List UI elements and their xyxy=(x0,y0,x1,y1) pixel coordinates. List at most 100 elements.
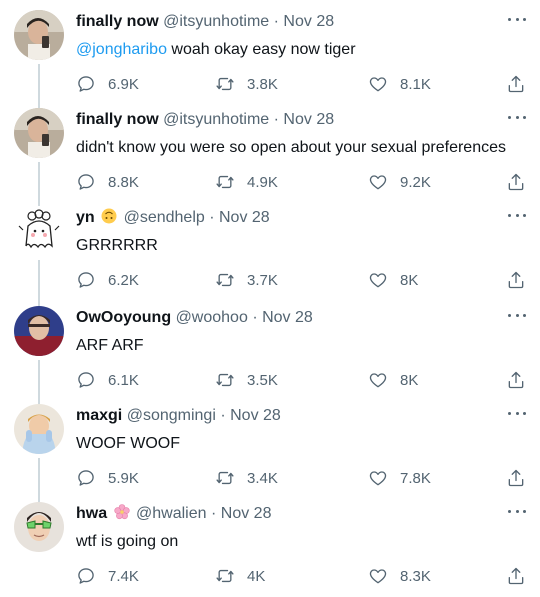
separator-dot: · xyxy=(209,209,215,226)
avatar-photo[interactable] xyxy=(14,108,64,158)
reply-icon xyxy=(78,174,94,190)
tweet-date[interactable]: Nov 28 xyxy=(262,309,313,326)
retweet-button[interactable]: 4.9K xyxy=(215,172,278,192)
retweet-count: 4K xyxy=(247,567,266,585)
like-count: 9.2K xyxy=(400,173,431,191)
more-options-icon[interactable] xyxy=(508,406,526,420)
separator-dot: · xyxy=(273,111,279,128)
share-icon xyxy=(508,567,524,585)
tweet[interactable]: finally now @itsyunhotime · Nov 28 didn'… xyxy=(0,98,540,196)
reply-button[interactable]: 6.2K xyxy=(76,270,139,290)
more-options-icon[interactable] xyxy=(508,12,526,26)
avatar[interactable] xyxy=(14,306,64,356)
tweet-header: finally now @itsyunhotime · Nov 28 xyxy=(76,12,500,32)
share-button[interactable] xyxy=(506,468,526,488)
reply-count: 5.9K xyxy=(108,469,139,487)
tweet-date[interactable]: Nov 28 xyxy=(230,407,281,424)
tweet-date[interactable]: Nov 28 xyxy=(221,505,272,522)
tweet-text: GRRRRRR xyxy=(76,237,158,254)
tweet[interactable]: maxgi @songmingi · Nov 28 WOOF WOOF 5.9K… xyxy=(0,394,540,492)
tweet-date[interactable]: Nov 28 xyxy=(283,111,334,128)
user-handle[interactable]: @sendhelp xyxy=(124,209,205,226)
avatar-photo[interactable] xyxy=(14,306,64,356)
avatar[interactable] xyxy=(14,502,64,552)
more-options-icon[interactable] xyxy=(508,308,526,322)
tweet-text-content: woah okay easy now tiger xyxy=(166,41,356,58)
tweet-text: ARF ARF xyxy=(76,337,144,354)
tweet-date[interactable]: Nov 28 xyxy=(283,13,334,30)
share-button[interactable] xyxy=(506,74,526,94)
like-button[interactable]: 8.1K xyxy=(368,74,431,94)
separator-dot: · xyxy=(252,309,258,326)
reply-button[interactable]: 6.9K xyxy=(76,74,139,94)
heart-icon xyxy=(369,77,387,92)
reply-icon xyxy=(78,272,94,288)
like-button[interactable]: 9.2K xyxy=(368,172,431,192)
like-button[interactable]: 8.3K xyxy=(368,566,431,586)
more-options-icon[interactable] xyxy=(508,110,526,124)
retweet-button[interactable]: 3.5K xyxy=(215,370,278,390)
like-count: 8K xyxy=(400,371,419,389)
avatar[interactable] xyxy=(14,10,64,60)
reply-button[interactable]: 6.1K xyxy=(76,370,139,390)
retweet-icon xyxy=(216,569,234,583)
like-button[interactable]: 8K xyxy=(368,270,418,290)
share-button[interactable] xyxy=(506,370,526,390)
tweet[interactable]: OwOoyoung @woohoo · Nov 28 ARF ARF 6.1K … xyxy=(0,296,540,394)
avatar-ghost-doodle[interactable] xyxy=(14,206,64,256)
avatar[interactable] xyxy=(14,108,64,158)
share-icon xyxy=(508,173,524,191)
tweet-actions: 6.9K 3.8K 8.1K xyxy=(76,74,526,94)
display-name[interactable]: OwOoyoung xyxy=(76,309,171,326)
mention-link[interactable]: @jongharibo xyxy=(76,41,167,58)
upside-down-face-emoji xyxy=(101,208,117,224)
retweet-count: 3.7K xyxy=(247,271,278,289)
like-button[interactable]: 7.8K xyxy=(368,468,431,488)
share-button[interactable] xyxy=(506,566,526,586)
tweet[interactable]: hwa @hwalien · Nov 28 wtf is going on 7.… xyxy=(0,492,540,590)
user-handle[interactable]: @woohoo xyxy=(176,309,248,326)
share-button[interactable] xyxy=(506,172,526,192)
avatar-photo[interactable] xyxy=(14,404,64,454)
share-icon xyxy=(508,371,524,389)
retweet-button[interactable]: 3.4K xyxy=(215,468,278,488)
avatar-photo[interactable] xyxy=(14,502,64,552)
tweet[interactable]: yn @sendhelp · Nov 28 GRRRRRR 6.2K 3.7K … xyxy=(0,196,540,294)
display-name[interactable]: yn xyxy=(76,209,95,226)
share-button[interactable] xyxy=(506,270,526,290)
user-handle[interactable]: @itsyunhotime xyxy=(163,13,269,30)
retweet-button[interactable]: 3.8K xyxy=(215,74,278,94)
reply-count: 6.1K xyxy=(108,371,139,389)
like-button[interactable]: 8K xyxy=(368,370,418,390)
tweet-text: @jongharibo woah okay easy now tiger xyxy=(76,40,526,60)
separator-dot: · xyxy=(210,505,217,522)
avatar[interactable] xyxy=(14,404,64,454)
display-name[interactable]: finally now xyxy=(76,111,159,128)
more-options-icon[interactable] xyxy=(508,504,526,518)
tweet-actions: 6.2K 3.7K 8K xyxy=(76,270,526,290)
retweet-button[interactable]: 4K xyxy=(215,566,265,586)
avatar[interactable] xyxy=(14,206,64,256)
reply-button[interactable]: 5.9K xyxy=(76,468,139,488)
display-name[interactable]: hwa xyxy=(76,505,107,522)
reply-button[interactable]: 8.8K xyxy=(76,172,139,192)
share-icon xyxy=(508,469,524,487)
tweet-header: maxgi @songmingi · Nov 28 xyxy=(76,406,500,426)
user-handle[interactable]: @songmingi xyxy=(127,407,216,424)
retweet-icon xyxy=(216,273,234,287)
display-name[interactable]: finally now xyxy=(76,13,159,30)
reply-button[interactable]: 7.4K xyxy=(76,566,139,586)
display-name[interactable]: maxgi xyxy=(76,407,122,424)
reply-icon xyxy=(78,372,94,388)
tweet-date[interactable]: Nov 28 xyxy=(219,209,270,226)
avatar-photo[interactable] xyxy=(14,10,64,60)
user-handle[interactable]: @itsyunhotime xyxy=(163,111,269,128)
retweet-button[interactable]: 3.7K xyxy=(215,270,278,290)
tweet[interactable]: finally now @itsyunhotime · Nov 28 @jong… xyxy=(0,0,540,98)
cherry-blossom-emoji xyxy=(113,504,130,520)
share-icon xyxy=(508,75,524,93)
more-options-icon[interactable] xyxy=(508,208,526,222)
reply-count: 6.2K xyxy=(108,271,139,289)
user-handle[interactable]: @hwalien xyxy=(136,505,207,522)
retweet-icon xyxy=(216,373,234,387)
